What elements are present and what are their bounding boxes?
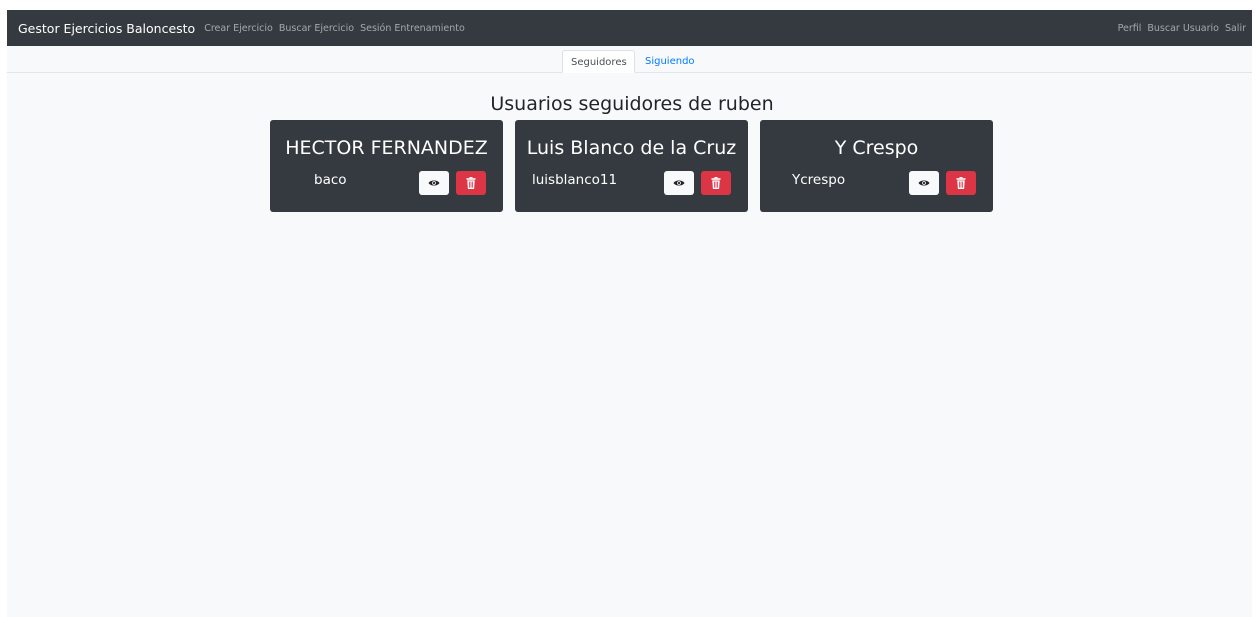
trash-icon — [956, 177, 966, 189]
delete-follower-button[interactable] — [456, 171, 486, 195]
follower-name: Y Crespo — [834, 137, 919, 159]
brand-link[interactable]: Gestor Ejercicios Baloncesto — [18, 21, 195, 36]
nav-perfil[interactable]: Perfil — [1118, 23, 1142, 34]
top-navbar: Gestor Ejercicios Baloncesto Crear Ejerc… — [7, 10, 1252, 46]
follower-username: baco — [314, 172, 347, 188]
follower-name: HECTOR FERNANDEZ — [285, 137, 488, 159]
view-profile-button[interactable] — [419, 171, 449, 195]
delete-follower-button[interactable] — [701, 171, 731, 195]
trash-icon — [466, 177, 476, 189]
nav-crear-ejercicio[interactable]: Crear Ejercicio — [204, 23, 273, 34]
tab-siguiendo[interactable]: Siguiendo — [637, 50, 703, 73]
view-profile-button[interactable] — [664, 171, 694, 195]
nav-buscar-ejercicio[interactable]: Buscar Ejercicio — [279, 23, 354, 34]
nav-sesion-entrenamiento[interactable]: Sesión Entrenamiento — [360, 23, 465, 34]
nav-buscar-usuario[interactable]: Buscar Usuario — [1147, 23, 1219, 34]
page-title: Usuarios seguidores de ruben — [490, 93, 774, 115]
trash-icon — [711, 177, 721, 189]
follower-name: Luis Blanco de la Cruz — [526, 137, 737, 159]
nav-left-links: Crear Ejercicio Buscar Ejercicio Sesión … — [204, 23, 471, 34]
follower-card: Luis Blanco de la Cruz luisblanco11 — [515, 120, 748, 212]
view-profile-button[interactable] — [909, 171, 939, 195]
delete-follower-button[interactable] — [946, 171, 976, 195]
nav-salir[interactable]: Salir — [1225, 23, 1246, 34]
nav-right-links: Perfil Buscar Usuario Salir — [1112, 23, 1246, 34]
follower-username: luisblanco11 — [532, 172, 618, 188]
eye-icon — [918, 180, 930, 186]
eye-icon — [428, 180, 440, 186]
follower-card: Y Crespo Ycrespo — [760, 120, 993, 212]
eye-icon — [673, 180, 685, 186]
tabs-bar: Seguidores Siguiendo — [7, 46, 1252, 73]
follower-username: Ycrespo — [792, 172, 846, 188]
follower-card: HECTOR FERNANDEZ baco — [270, 120, 503, 212]
tab-seguidores[interactable]: Seguidores — [562, 50, 635, 73]
app-frame: Gestor Ejercicios Baloncesto Crear Ejerc… — [7, 10, 1252, 617]
